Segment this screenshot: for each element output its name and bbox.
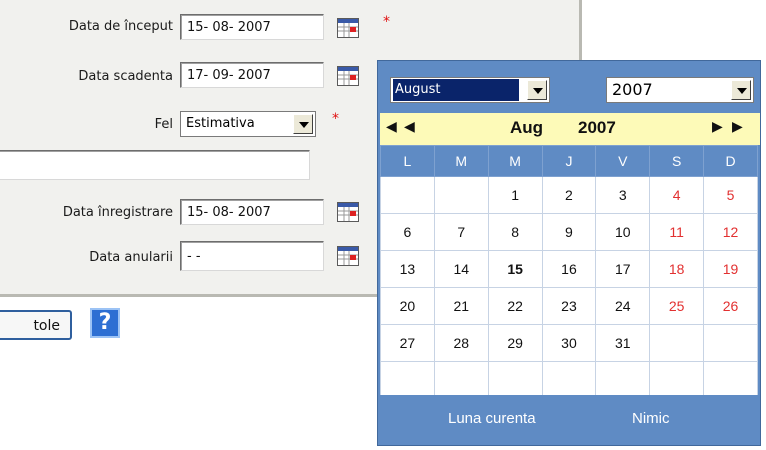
week-row: 6 7 8 9 10 11 12 [380,213,758,251]
chevron-down-icon[interactable] [527,80,547,100]
day-cell[interactable]: 13 [380,250,435,288]
registration-date-label: Data înregistrare [62,205,173,220]
day-cell[interactable]: 9 [541,213,597,251]
week-row: 20 21 22 23 24 25 26 [380,287,758,325]
day-cell-weekend[interactable]: 5 [703,176,758,214]
weekday-header: J [541,145,597,177]
day-cell-weekend[interactable] [703,324,758,362]
type-label: Fel [154,117,173,132]
start-date-calendar-icon[interactable] [337,18,359,38]
day-cell[interactable]: 31 [595,324,651,362]
day-cell-weekend[interactable]: 4 [649,176,705,214]
day-cell-weekend[interactable]: 18 [649,250,705,288]
cancel-date-calendar-icon[interactable] [337,246,359,266]
day-cell[interactable]: 6 [380,213,435,251]
type-select-value: Estimativa [186,116,255,131]
day-cell[interactable]: 28 [433,324,489,362]
start-date-field[interactable]: 15- 08- 2007 [180,14,324,40]
calendar-header: August 2007 [378,61,760,113]
weekday-header: M [487,145,543,177]
registration-date-field[interactable]: 15- 08- 2007 [180,199,324,225]
day-cell-weekend[interactable]: 19 [703,250,758,288]
day-cell[interactable] [541,361,597,399]
day-cell[interactable]: 23 [541,287,597,325]
week-row: 13 14 15 16 17 18 19 [380,250,758,288]
day-cell[interactable]: 20 [380,287,435,325]
week-row: 1 2 3 4 5 [380,176,758,214]
calendar-grid: L M M J V S D 1 2 3 4 5 6 7 8 9 10 11 12… [380,145,758,399]
day-cell[interactable]: 29 [487,324,543,362]
month-select[interactable]: August [390,77,550,103]
text-input[interactable] [0,150,310,180]
weekday-header: M [433,145,489,177]
day-cell-weekend[interactable] [649,324,705,362]
calendar-nav-bar: ◀ ◀ Aug 2007 ▶ ▶ [380,113,760,145]
titles-button[interactable]: tole [0,310,72,340]
day-cell-weekend[interactable] [703,361,758,399]
day-cell-weekend[interactable]: 25 [649,287,705,325]
start-date-required-marker: * [383,14,390,30]
day-cell-weekend[interactable]: 26 [703,287,758,325]
weekday-header: D [703,145,758,177]
previous-month-icon[interactable]: ◀ [404,119,415,135]
previous-year-icon[interactable]: ◀ [386,119,397,135]
nav-month-label: Aug [510,118,544,137]
day-cell[interactable]: 14 [433,250,489,288]
cancel-date-label: Data anularii [89,250,173,265]
type-select[interactable]: Estimativa [180,111,316,137]
day-cell-weekend[interactable] [649,361,705,399]
calendar-table: L M M J V S D 1 2 3 4 5 6 7 8 9 10 11 12… [380,145,758,399]
day-cell[interactable] [487,361,543,399]
day-cell[interactable]: 21 [433,287,489,325]
due-date-field[interactable]: 17- 09- 2007 [180,62,324,88]
day-cell[interactable]: 2 [541,176,597,214]
day-cell[interactable] [380,176,435,214]
chevron-down-icon[interactable] [731,80,751,100]
current-month-button[interactable]: Luna curenta [448,410,536,427]
weekday-header: L [380,145,435,177]
day-cell[interactable]: 7 [433,213,489,251]
day-cell[interactable]: 8 [487,213,543,251]
type-required-marker: * [332,111,339,127]
due-date-label: Data scadenta [78,69,173,84]
day-cell-weekend[interactable]: 12 [703,213,758,251]
calendar-popup: August 2007 ◀ ◀ Aug 2007 ▶ ▶ L M M J V S… [377,60,761,446]
weekday-header: V [595,145,651,177]
weekday-header-row: L M M J V S D [380,145,758,177]
start-date-label: Data de început [68,19,173,34]
next-year-icon[interactable]: ▶ [732,119,743,135]
day-cell[interactable]: 3 [595,176,651,214]
day-cell[interactable]: 27 [380,324,435,362]
day-cell[interactable] [595,361,651,399]
year-select-value: 2007 [612,80,653,99]
help-icon[interactable]: ? [90,308,120,338]
day-cell-today[interactable]: 15 [487,250,543,288]
day-cell-weekend[interactable]: 11 [649,213,705,251]
cancel-date-field[interactable]: - - [180,241,324,271]
day-cell[interactable] [433,361,489,399]
day-cell[interactable]: 17 [595,250,651,288]
day-cell[interactable]: 22 [487,287,543,325]
day-cell[interactable]: 16 [541,250,597,288]
nav-year-label: 2007 [578,118,616,137]
week-row: 27 28 29 30 31 [380,324,758,362]
year-select[interactable]: 2007 [606,77,754,103]
month-select-value: August [393,79,519,101]
due-date-calendar-icon[interactable] [337,66,359,86]
day-cell[interactable]: 1 [487,176,543,214]
day-cell[interactable] [433,176,489,214]
chevron-down-icon[interactable] [293,114,313,134]
day-cell[interactable]: 24 [595,287,651,325]
weekday-header: S [649,145,705,177]
week-row [380,361,758,399]
next-month-icon[interactable]: ▶ [712,119,723,135]
day-cell[interactable]: 30 [541,324,597,362]
day-cell[interactable]: 10 [595,213,651,251]
day-cell[interactable] [380,361,435,399]
registration-date-calendar-icon[interactable] [337,202,359,222]
calendar-footer: Luna curenta Nimic [380,395,760,445]
clear-button[interactable]: Nimic [632,410,670,427]
